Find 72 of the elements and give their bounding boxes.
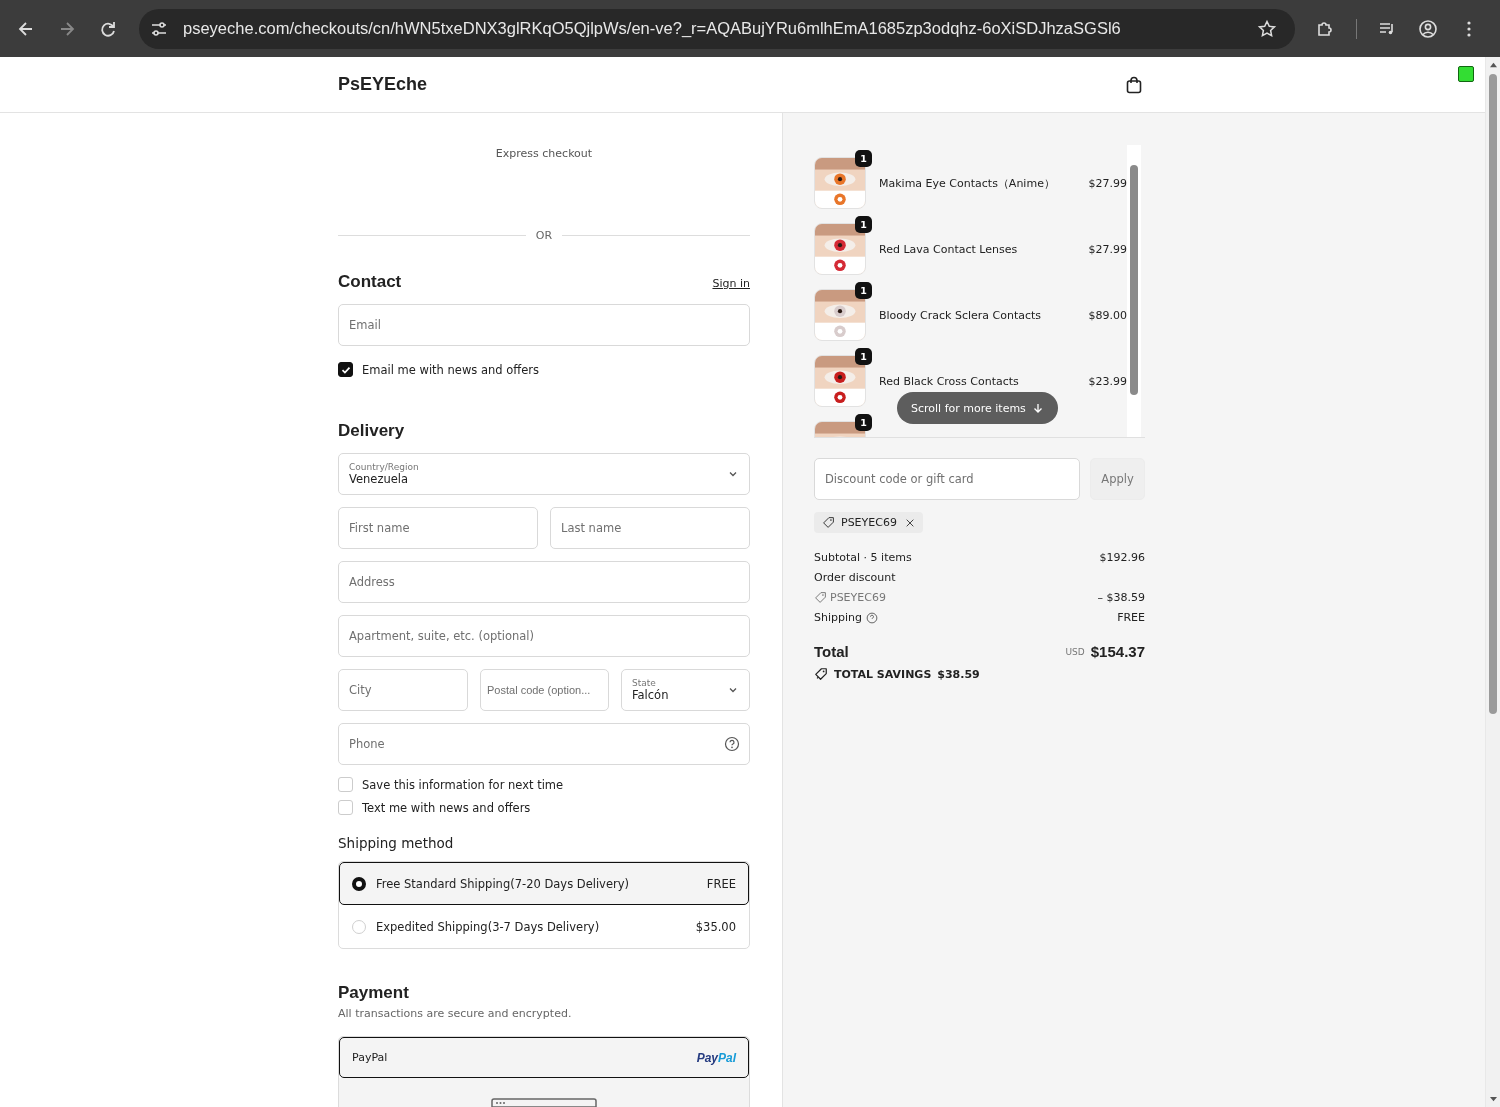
postal-code-field[interactable]: Postal code (option...	[480, 669, 609, 711]
payment-option[interactable]: PayPal PayPal	[339, 1037, 749, 1078]
subtotal-amount: $192.96	[1099, 551, 1145, 564]
scroll-more-button[interactable]: Scroll for more items	[897, 392, 1058, 424]
total-savings-amount: $38.59	[937, 667, 980, 681]
discount-amount: – $38.59	[1097, 591, 1145, 604]
total-amount: $154.37	[1090, 643, 1145, 660]
shipping-option[interactable]: Free Standard Shipping(7-20 Days Delivery) FREE	[339, 862, 749, 905]
currency-code: USD	[1065, 646, 1085, 657]
tag-icon	[822, 516, 835, 529]
contact-heading: Contact	[338, 272, 402, 292]
shipping-method-heading: Shipping method	[338, 835, 455, 851]
help-icon[interactable]	[724, 736, 740, 752]
page-scrollbar[interactable]	[1485, 57, 1500, 1107]
extension-indicator	[1458, 66, 1474, 82]
address-field[interactable]: Address	[338, 561, 750, 603]
checkbox-label: Email me with news and offers	[362, 362, 539, 377]
url-text: pseyeche.com/checkouts/cn/hWN5txeDNX3glRKqO5QjlpWs/en-ve?_r=AQABujYRu6mlhEmA1685zp3odqhz-6oXiSDJhzaSGSl6	[183, 19, 1122, 38]
checkbox[interactable]	[338, 362, 353, 377]
tags-icon	[814, 667, 828, 681]
bookmark-star-icon[interactable]	[1257, 18, 1277, 39]
store-logo[interactable]: PsEYEche	[338, 74, 428, 95]
product-name: Red Lava Contact Lenses	[879, 242, 1019, 256]
or-divider-text: OR	[535, 229, 553, 242]
discount-code: PSEYEC69	[841, 516, 897, 529]
apply-button[interactable]: Apply	[1090, 458, 1145, 500]
city-field[interactable]: City	[338, 669, 468, 711]
first-name-field[interactable]: First name	[338, 507, 538, 549]
product-price: $27.99	[1088, 242, 1127, 256]
shopping-bag-icon[interactable]	[1124, 74, 1144, 95]
arrow-down-icon	[1031, 402, 1044, 414]
discount-code: PSEYEC69	[830, 591, 886, 604]
product-price: $89.00	[1088, 308, 1127, 322]
product-price: $23.99	[1088, 374, 1127, 388]
quantity-badge: 1	[855, 414, 872, 431]
shipping-label: Shipping	[814, 611, 862, 624]
last-name-field[interactable]: Last name	[550, 507, 750, 549]
tag-icon	[814, 591, 827, 604]
address-bar[interactable]: pseyeche.com/checkouts/cn/hWN5txeDNX3glRKqO5QjlpWs/en-ve?_r=AQABujYRu6mlhEmA1685zp3odqhz-6oXiSDJhzaSGSl6	[139, 8, 1295, 49]
email-field[interactable]: Email	[338, 304, 750, 346]
scrollbar[interactable]	[1127, 145, 1141, 437]
order-discount-label: Order discount	[814, 571, 896, 584]
delivery-heading: Delivery	[338, 421, 406, 441]
quantity-badge: 1	[855, 150, 872, 167]
help-icon[interactable]	[866, 611, 878, 624]
total-savings-label: TOTAL SAVINGS	[834, 667, 932, 681]
product-price: $27.99	[1088, 176, 1127, 190]
quantity-badge: 1	[855, 282, 872, 299]
product-name: Makima Eye Contacts（Anime）	[879, 175, 1056, 191]
checkbox-label: Save this information for next time	[362, 777, 564, 792]
subtotal-label: Subtotal · 5 items	[814, 551, 912, 564]
profile-icon[interactable]	[1418, 18, 1438, 39]
scroll-up-icon[interactable]	[1488, 61, 1498, 68]
state-select[interactable]: State Falcón	[621, 669, 750, 711]
product-name: Red Black Cross Contacts	[879, 374, 1020, 388]
quantity-badge: 1	[855, 216, 872, 233]
total-label: Total	[814, 643, 849, 660]
discount-code-field[interactable]: Discount code or gift card	[814, 458, 1080, 500]
shipping-option[interactable]: Expedited Shipping(3-7 Days Delivery) $35.00	[339, 905, 749, 948]
remove-icon[interactable]	[904, 517, 915, 528]
country-select[interactable]: Country/Region Venezuela	[338, 453, 750, 495]
payment-heading: Payment	[338, 983, 410, 1003]
phone-field[interactable]: Phone	[338, 723, 750, 765]
express-checkout-label: Express checkout	[494, 147, 594, 162]
shipping-amount: FREE	[1117, 611, 1145, 624]
security-note: All transactions are secure and encrypted.	[338, 1007, 573, 1020]
sign-in-link[interactable]: Sign in	[712, 277, 750, 290]
product-name: Bloody Crack Sclera Contacts	[879, 308, 1043, 322]
apartment-field[interactable]: Apartment, suite, etc. (optional)	[338, 615, 750, 657]
checkbox-label: Text me with news and offers	[362, 800, 531, 815]
quantity-badge: 1	[855, 348, 872, 365]
scroll-down-icon[interactable]	[1488, 1096, 1498, 1103]
